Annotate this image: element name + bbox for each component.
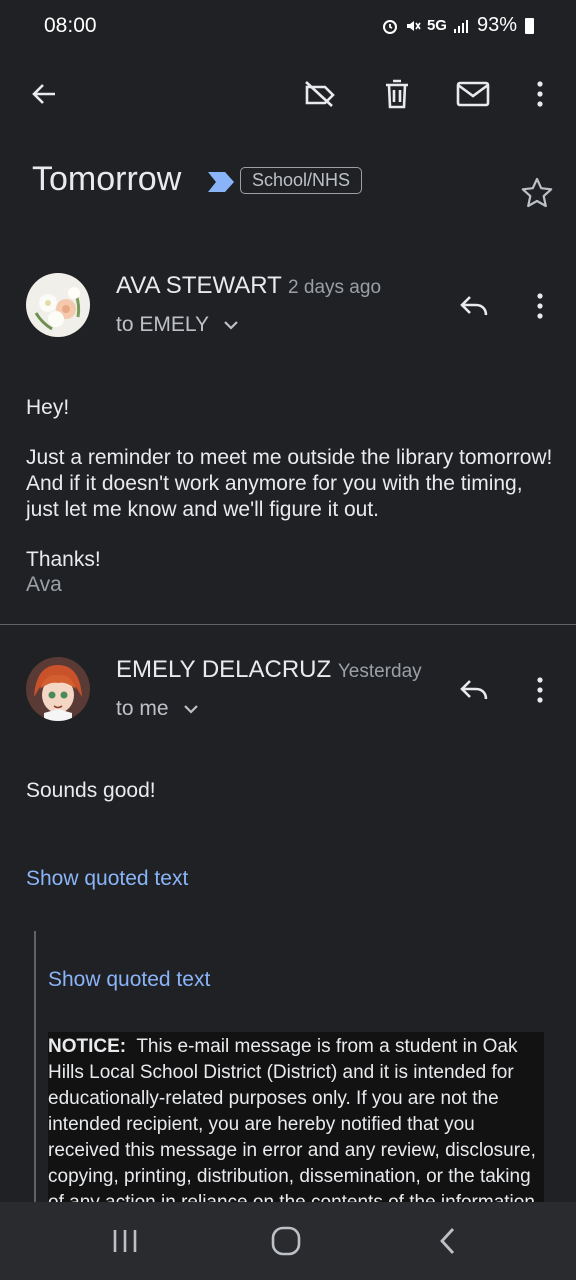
battery-percent: 93% [476,14,517,36]
message-closing: Thanks! [26,548,101,571]
message-sender: EMELY DELACRUZ Yesterday [116,656,422,684]
sender-avatar[interactable] [26,273,90,337]
home-icon [271,1226,301,1256]
chevron-down-icon [184,705,199,714]
message-divider [0,624,576,625]
status-indicators: 5G 93% [381,14,534,37]
email-subject: Tomorrow [32,160,182,198]
message-time: 2 days ago [288,277,382,298]
message-sender: AVA STEWART 2 days ago [116,272,381,300]
sender-name: EMELY DELACRUZ [116,656,332,683]
alarm-icon [382,19,397,34]
reply-icon [460,680,488,700]
message-signature: Ava [26,573,62,596]
sender-name: AVA STEWART [116,272,282,299]
show-quoted-text-link[interactable]: Show quoted text [48,968,210,992]
chevron-down-icon [224,321,239,330]
mark-unread-button[interactable] [449,70,497,118]
battery-icon [525,17,534,34]
delete-button[interactable] [373,70,421,118]
recipients-label: to me [116,697,169,720]
message-body: Sounds good! [26,779,156,802]
more-vert-icon [537,677,543,703]
recent-apps-button[interactable] [95,1218,155,1264]
arrow-left-icon [32,84,55,104]
recipients-toggle[interactable]: to EMELY [116,313,240,337]
reply-button[interactable] [452,284,496,328]
sender-avatar[interactable] [26,657,90,721]
recent-apps-icon [113,1230,137,1252]
recipients-label: to EMELY [116,313,209,336]
trash-icon [386,79,408,109]
legal-notice: NOTICE: This e-mail message is from a st… [48,1032,544,1214]
back-nav-button[interactable] [418,1218,478,1264]
label-chip[interactable]: School/NHS [240,167,363,194]
signal-icon [453,19,468,33]
flowers-avatar-icon [26,273,90,337]
quote-bar [34,931,36,1211]
show-quoted-text-link[interactable]: Show quoted text [26,867,188,891]
anime-avatar-icon [26,657,90,721]
mute-icon [406,20,421,31]
label-off-icon [305,81,335,107]
reply-button[interactable] [452,668,496,712]
recipients-toggle[interactable]: to me [116,697,200,721]
more-options-button[interactable] [516,70,564,118]
reply-icon [460,296,488,316]
back-chevron-icon [440,1228,455,1254]
back-button[interactable] [20,70,68,118]
more-vert-icon [537,81,543,107]
message-more-button[interactable] [520,284,560,328]
home-button[interactable] [256,1218,316,1264]
message-time: Yesterday [337,661,422,682]
status-time: 08:00 [44,14,97,37]
message-more-button[interactable] [520,668,560,712]
more-vert-icon [537,293,543,319]
notice-label: NOTICE: [48,1036,127,1057]
important-marker-icon[interactable] [207,171,235,193]
star-icon[interactable] [520,176,554,210]
notice-text: This e-mail message is from a student in… [48,1036,536,1213]
network-type: 5G [426,17,447,34]
message-greeting: Hey! [26,396,70,419]
mail-icon [456,81,490,107]
message-paragraph: Just a reminder to meet me outside the l… [26,446,553,521]
remove-label-button[interactable] [296,70,344,118]
